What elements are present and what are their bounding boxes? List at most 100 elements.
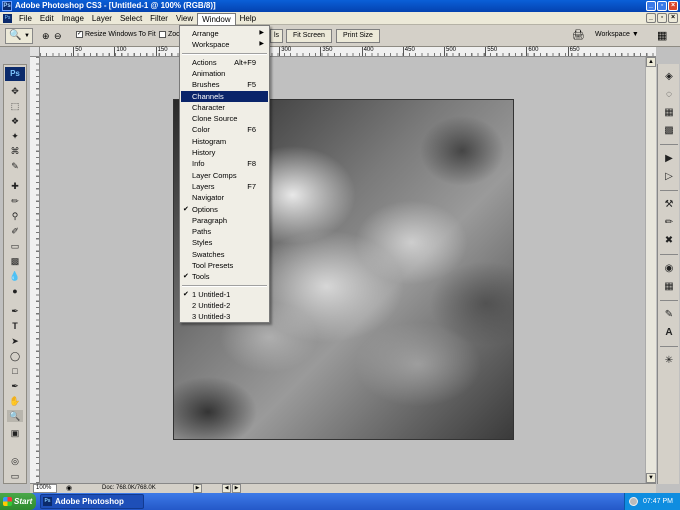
window-menu-item-histogram[interactable]: Histogram — [181, 136, 268, 147]
info-panel-icon[interactable]: ✳ — [661, 354, 677, 368]
hand-tool-icon[interactable]: ✋ — [7, 395, 23, 407]
layers-panel-icon[interactable]: ◉ — [661, 262, 677, 276]
slice-tool-icon[interactable]: ✎ — [7, 160, 23, 172]
vertical-ruler[interactable] — [30, 57, 40, 483]
window-menu-item-options[interactable]: ✔ Options — [181, 204, 268, 215]
workspace-menu[interactable]: Workspace ▼ — [595, 31, 639, 38]
window-menu-item-animation[interactable]: Animation — [181, 68, 268, 79]
window-menu-item-1-untitled-1[interactable]: ✔ 1 Untitled-1 — [181, 289, 268, 300]
taskbar-photoshop-button[interactable]: Ps Adobe Photoshop CS3... — [40, 494, 144, 509]
ruler-origin[interactable] — [30, 47, 40, 57]
window-menu-item-swatches[interactable]: Swatches — [181, 249, 268, 260]
eraser-tool-icon[interactable]: ▭ — [7, 240, 23, 252]
horizontal-ruler[interactable]: 050100150200250300350400450500550600650 — [40, 47, 656, 57]
history-panel-icon[interactable]: ▶ — [661, 152, 677, 166]
photoshop-logo[interactable]: Ps — [5, 67, 25, 81]
actions-panel-icon[interactable]: ▷ — [661, 170, 677, 184]
start-button[interactable]: Start — [0, 493, 36, 510]
zoom-all-windows-checkbox[interactable]: Zoo — [159, 31, 180, 38]
navigator-panel-icon[interactable]: ◈ — [661, 70, 677, 84]
blur-tool-icon[interactable]: 💧 — [7, 270, 23, 282]
doc-minimize-button[interactable]: _ — [646, 13, 656, 23]
zoom-in-icon[interactable]: ⊕ — [42, 31, 50, 42]
styles-panel-icon[interactable]: ▩ — [661, 124, 677, 138]
tool-presets-panel-icon[interactable]: ⚒ — [661, 198, 677, 212]
scroll-down-icon[interactable]: ▼ — [646, 473, 656, 483]
pen-tool-icon[interactable]: ✒ — [7, 305, 23, 317]
photoshop-app-icon[interactable]: Ps — [2, 1, 12, 11]
move-tool-icon[interactable]: ✥ — [7, 85, 23, 97]
window-menu-item-history[interactable]: History — [181, 147, 268, 158]
window-menu-item-brushes[interactable]: Brushes F5 — [181, 79, 268, 90]
channels-panel-icon[interactable]: ▦ — [661, 280, 677, 294]
screen-mode-icon[interactable]: ▭ — [7, 470, 23, 482]
tool-preset-picker[interactable]: 🔍 ▼ — [5, 28, 33, 44]
document-icon[interactable]: Ps — [3, 14, 12, 23]
window-menu-item-info[interactable]: Info F8 — [181, 158, 268, 169]
magic-wand-tool-icon[interactable]: ✦ — [7, 130, 23, 142]
marquee-tool-icon[interactable]: ⬚ — [7, 100, 23, 112]
doc-close-button[interactable]: × — [668, 13, 678, 23]
lasso-tool-icon[interactable]: ❖ — [7, 115, 23, 127]
window-menu-item-3-untitled-3[interactable]: 3 Untitled-3 — [181, 311, 268, 322]
close-button[interactable]: × — [668, 1, 678, 11]
scroll-up-icon[interactable]: ▲ — [646, 57, 656, 67]
eyedropper-tool-icon[interactable]: ✒ — [7, 380, 23, 392]
doc-restore-button[interactable]: ▫ — [657, 13, 667, 23]
window-menu-item-arrange[interactable]: Arrange ▶ — [181, 28, 268, 39]
maximize-button[interactable]: ▫ — [657, 1, 667, 11]
window-menu-item-channels[interactable]: Channels — [181, 90, 268, 102]
swatches-panel-icon[interactable]: ▦ — [661, 106, 677, 120]
workspace-icon[interactable]: 🖨 — [572, 30, 588, 42]
crop-tool-icon[interactable]: ⌘ — [7, 145, 23, 157]
clone-source-panel-icon[interactable]: ✖ — [661, 234, 677, 248]
ruler-tick: 350 — [320, 47, 332, 56]
window-menu-item-paragraph[interactable]: Paragraph — [181, 215, 268, 226]
history-brush-tool-icon[interactable]: ✐ — [7, 225, 23, 237]
healing-brush-tool-icon[interactable]: ✚ — [7, 180, 23, 192]
window-menu-item-tools[interactable]: ✔ Tools — [181, 271, 268, 282]
zoom-tool-icon[interactable]: 🔍 — [7, 410, 23, 422]
window-menu-item-navigator[interactable]: Navigator — [181, 192, 268, 203]
color-panel-icon[interactable]: ◌ — [661, 88, 677, 102]
minimize-button[interactable]: _ — [646, 1, 656, 11]
window-menu-item-layer-comps[interactable]: Layer Comps — [181, 170, 268, 181]
print-size-button[interactable]: Print Size — [336, 29, 380, 43]
window-menu-item-paths[interactable]: Paths — [181, 226, 268, 237]
dodge-tool-icon[interactable]: ● — [7, 285, 23, 297]
quick-mask-icon[interactable]: ◎ — [7, 455, 23, 467]
window-menu-item-color[interactable]: Color F6 — [181, 124, 268, 135]
color-swatches-icon[interactable]: ▣ — [7, 427, 23, 439]
type-tool-icon[interactable]: T — [7, 320, 23, 332]
vertical-scrollbar[interactable]: ▲ ▼ — [645, 57, 656, 483]
resize-windows-checkbox[interactable]: ✓ Resize Windows To Fit — [76, 31, 156, 38]
brushes-panel-icon[interactable]: ✏ — [661, 216, 677, 230]
clock[interactable]: 07:47 PM — [643, 498, 673, 505]
clone-stamp-tool-icon[interactable]: ⚲ — [7, 210, 23, 222]
character-panel-icon[interactable]: ✎ — [661, 308, 677, 322]
palette-well-icon[interactable]: ▦ — [657, 29, 671, 43]
path-selection-tool-icon[interactable]: ➤ — [7, 335, 23, 347]
window-menu-item-2-untitled-2[interactable]: 2 Untitled-2 — [181, 300, 268, 311]
notes-tool-icon[interactable]: □ — [7, 365, 23, 377]
zoom-level-field[interactable]: 100% — [33, 484, 57, 493]
brush-tool-icon[interactable]: ✏ — [7, 195, 23, 207]
network-icon[interactable] — [629, 497, 638, 506]
window-menu-item-styles[interactable]: Styles — [181, 237, 268, 248]
ellipse-tool-icon[interactable]: ◯ — [7, 350, 23, 362]
status-nav-icon[interactable]: ◉ — [66, 484, 72, 492]
zoom-out-icon[interactable]: ⊖ — [54, 31, 62, 42]
window-menu-item-workspace[interactable]: Workspace ▶ — [181, 39, 268, 50]
window-menu-item-layers[interactable]: Layers F7 — [181, 181, 268, 192]
window-menu-item-tool-presets[interactable]: Tool Presets — [181, 260, 268, 271]
status-menu-arrow-icon[interactable]: ▶ — [193, 484, 202, 493]
hscroll-right-icon[interactable]: ▶ — [232, 484, 241, 493]
window-menu-item-clone-source[interactable]: Clone Source — [181, 113, 268, 124]
window-menu-item-actions[interactable]: Actions Alt+F9 — [181, 57, 268, 68]
fit-screen-button[interactable]: Fit Screen — [286, 29, 332, 43]
window-menu-item-character[interactable]: Character — [181, 102, 268, 113]
hscroll-left-icon[interactable]: ◀ — [222, 484, 231, 493]
gradient-tool-icon[interactable]: ▩ — [7, 255, 23, 267]
paragraph-panel-icon[interactable]: A — [661, 326, 677, 340]
actual-pixels-button[interactable]: ls — [270, 29, 284, 43]
